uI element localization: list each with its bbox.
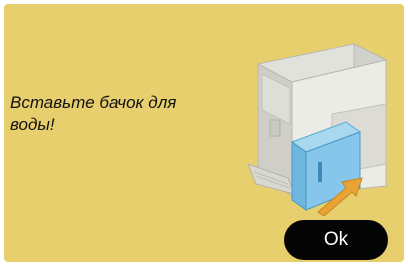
- ok-button[interactable]: Ok: [284, 220, 388, 260]
- insert-water-tank-message: Вставьте бачок для воды!: [10, 93, 177, 134]
- coffee-machine-water-tank-insert-icon: [236, 24, 404, 217]
- dialog-screen: Вставьте бачок для воды! Ok: [4, 4, 404, 262]
